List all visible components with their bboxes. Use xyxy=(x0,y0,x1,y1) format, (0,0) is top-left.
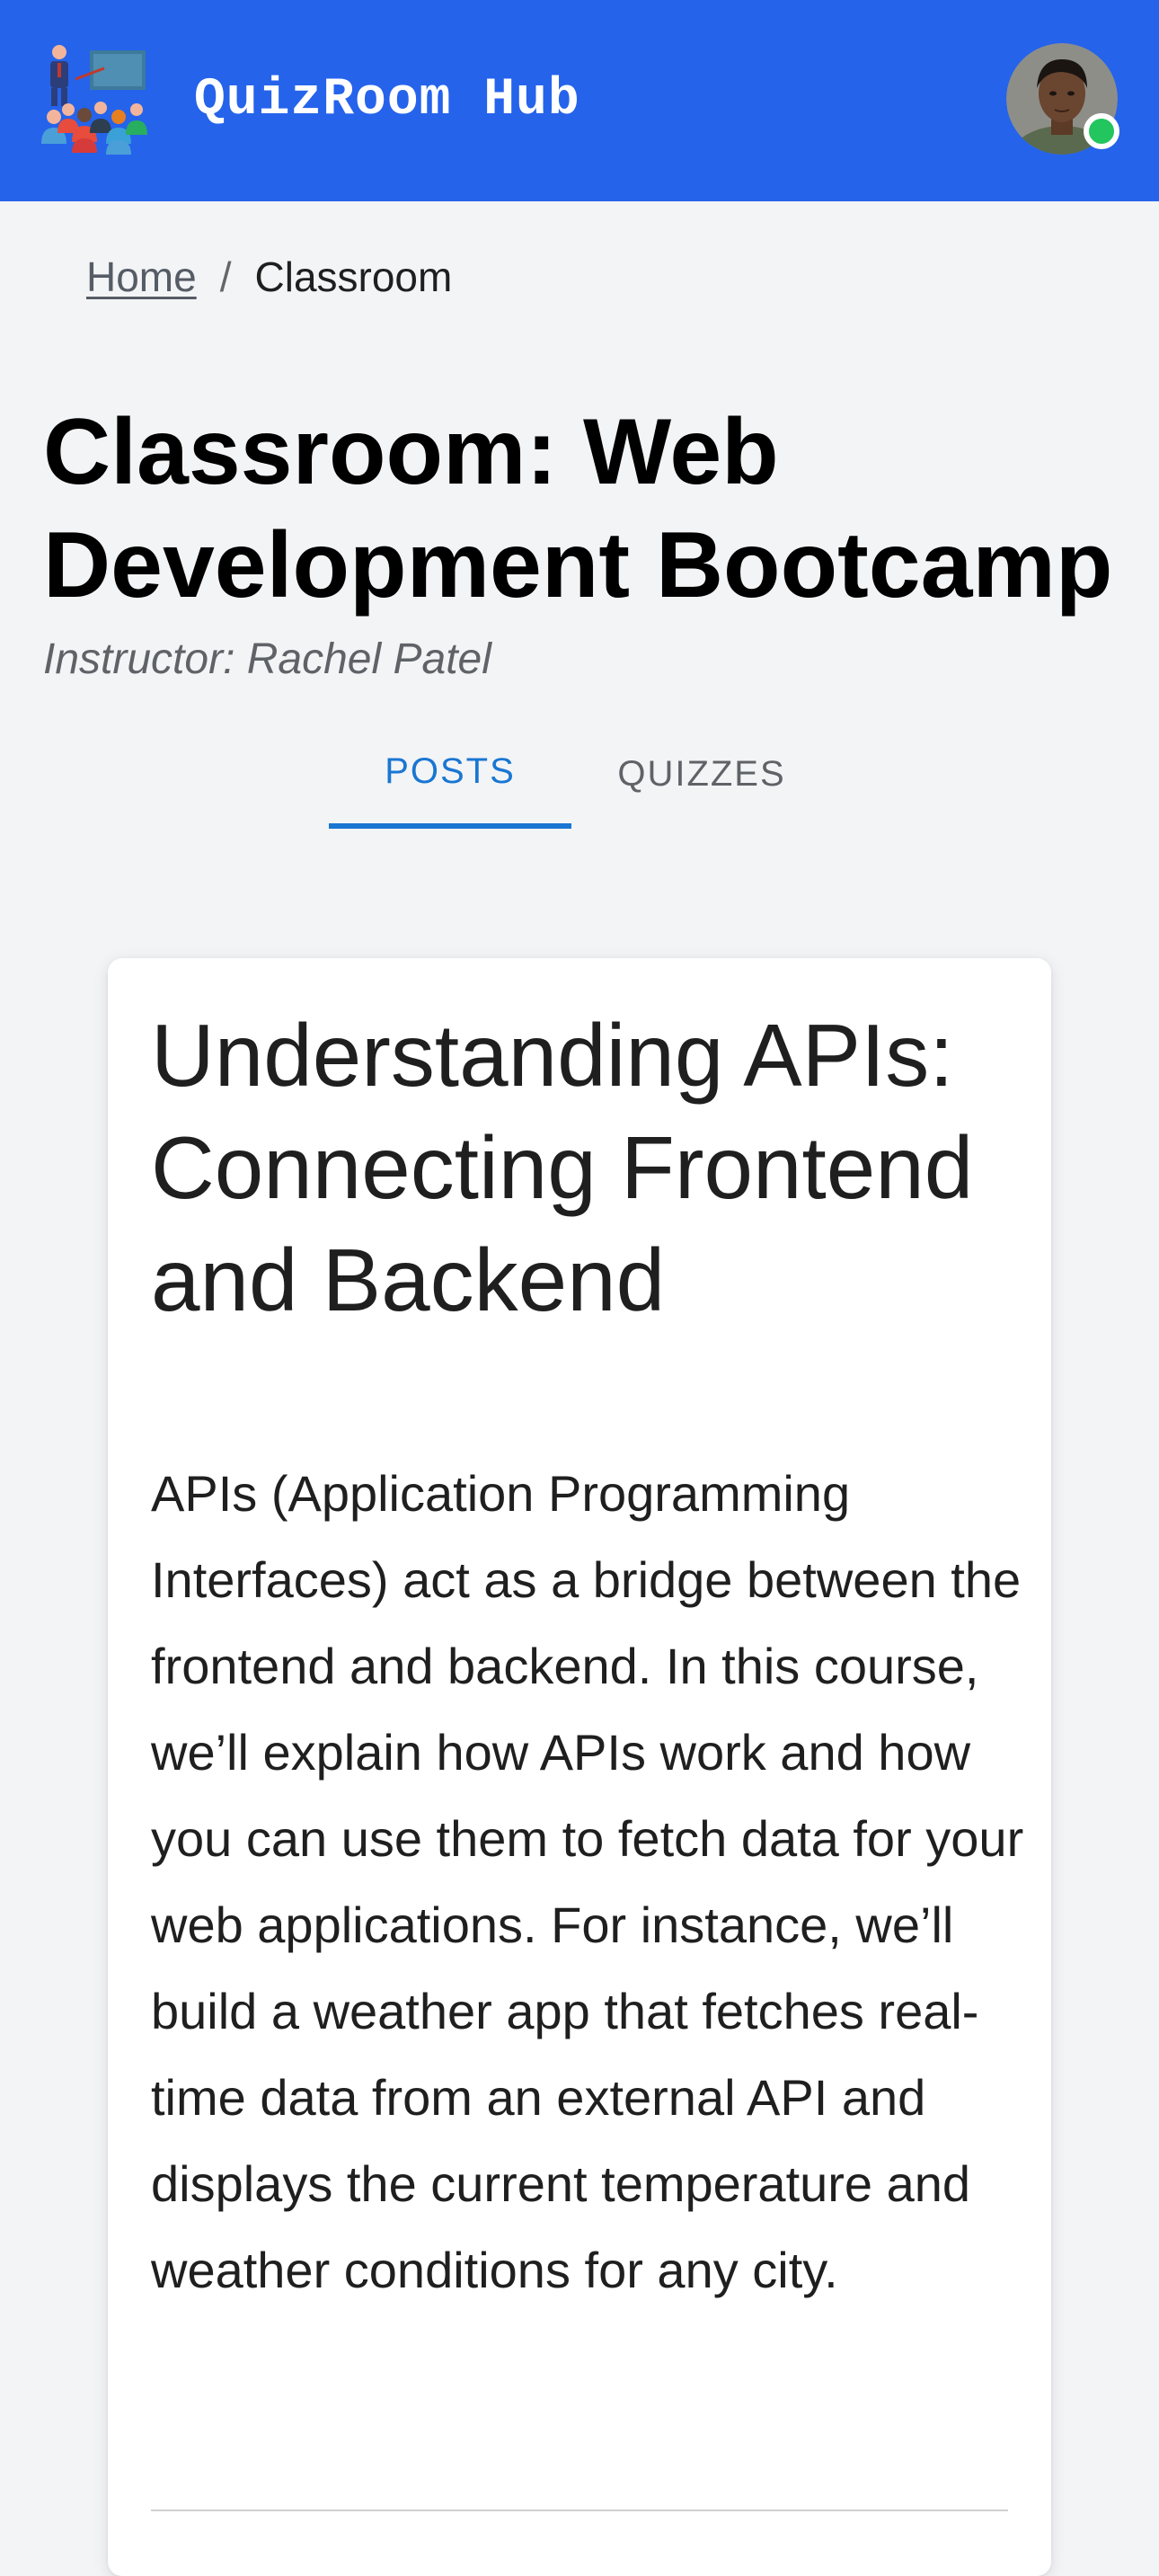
tab-posts[interactable]: POSTS xyxy=(329,719,571,829)
breadcrumb-current: Classroom xyxy=(254,253,453,300)
page-title: Classroom: Web Development Bootcamp xyxy=(43,400,1113,617)
user-avatar[interactable] xyxy=(1006,43,1119,155)
app-bar: QuizRoom Hub xyxy=(0,0,1159,201)
online-status-indicator xyxy=(1084,113,1119,149)
post-card: Understanding APIs: Connecting Frontend … xyxy=(108,958,1051,2576)
breadcrumb-separator: / xyxy=(219,253,232,300)
breadcrumb: Home / Classroom xyxy=(86,248,452,306)
instructor-label: Instructor: Rachel Patel xyxy=(43,635,491,683)
tab-bar: POSTS QUIZZES xyxy=(329,719,832,829)
app-title: QuizRoom Hub xyxy=(194,71,580,129)
breadcrumb-home-link[interactable]: Home xyxy=(86,248,197,306)
post-title: Understanding APIs: Connecting Frontend … xyxy=(151,1006,974,1329)
tab-quizzes[interactable]: QUIZZES xyxy=(571,719,832,829)
post-body: APIs (Application Programming Interfaces… xyxy=(151,1465,1024,2298)
classroom-teacher-icon[interactable] xyxy=(40,43,153,156)
post-divider xyxy=(151,2509,1008,2511)
